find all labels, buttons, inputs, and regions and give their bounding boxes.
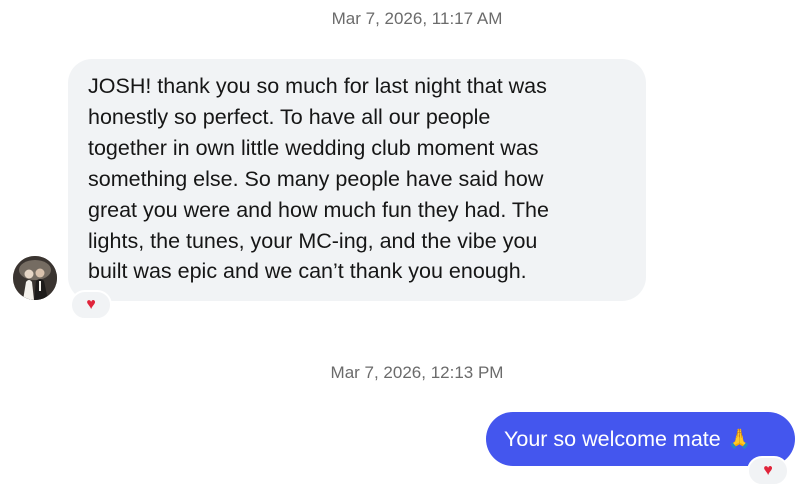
- folded-hands-emoji: 🙏: [727, 429, 752, 450]
- outgoing-message-text: Your so welcome mate: [504, 426, 721, 451]
- avatar[interactable]: [13, 256, 57, 300]
- message-timestamp: Mar 7, 2026, 12:13 PM: [330, 363, 504, 382]
- incoming-message-text: JOSH! thank you so much for last night t…: [88, 74, 549, 284]
- incoming-message-reaction[interactable]: ♥: [70, 290, 112, 320]
- heart-icon: ♥: [763, 462, 773, 479]
- heart-icon: ♥: [86, 296, 96, 313]
- outgoing-message-reaction[interactable]: ♥: [747, 456, 789, 486]
- message-timestamp: Mar 7, 2026, 11:17 AM: [331, 9, 503, 28]
- incoming-message-bubble[interactable]: JOSH! thank you so much for last night t…: [68, 59, 646, 301]
- outgoing-message-bubble[interactable]: Your so welcome mate 🙏: [486, 412, 795, 466]
- profile-photo-icon: [13, 256, 57, 300]
